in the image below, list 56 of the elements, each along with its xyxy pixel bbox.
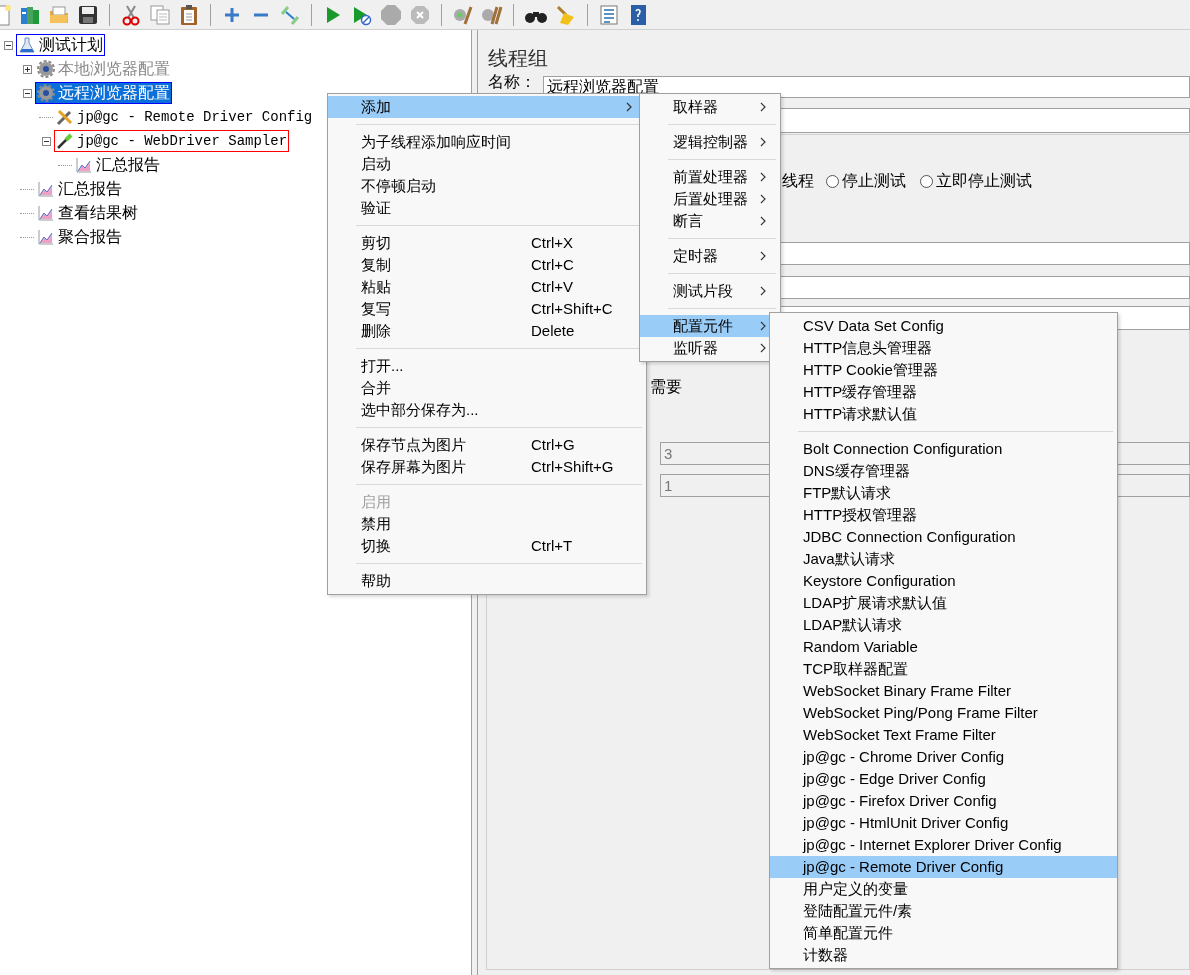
menu-item[interactable]: LDAP默认请求 [770,614,1117,636]
menu-item[interactable]: 后置处理器 [640,188,780,210]
menu-item[interactable]: Keystore Configuration [770,570,1117,592]
menu-item[interactable]: TCP取样器配置 [770,658,1117,680]
menu-item[interactable]: 测试片段 [640,280,780,302]
menu-item[interactable]: WebSocket Ping/Pong Frame Filter [770,702,1117,724]
tree-item[interactable]: 查看结果树 [35,202,140,224]
menu-item[interactable]: 用户定义的变量 [770,878,1117,900]
menu-item[interactable]: FTP默认请求 [770,482,1117,504]
menu-item[interactable]: jp@gc - Remote Driver Config [770,856,1117,878]
menu-item[interactable]: 逻辑控制器 [640,131,780,153]
menu-item[interactable]: jp@gc - Firefox Driver Config [770,790,1117,812]
radio-label: 停止测试 [842,171,906,191]
menu-item[interactable]: 简单配置元件 [770,922,1117,944]
tree-item[interactable]: 远程浏览器配置 [35,82,172,104]
menu-item[interactable]: jp@gc - Internet Explorer Driver Config [770,834,1117,856]
menu-item[interactable]: WebSocket Text Frame Filter [770,724,1117,746]
panel-title: 线程组 [488,46,548,71]
tree-item[interactable]: jp@gc - WebDriver Sampler [54,130,290,152]
menu-item[interactable]: HTTP缓存管理器 [770,381,1117,403]
tree-item[interactable]: 汇总报告 [73,154,162,176]
menu-item[interactable]: DNS缓存管理器 [770,460,1117,482]
menu-item[interactable]: HTTP Cookie管理器 [770,359,1117,381]
menu-item[interactable]: JDBC Connection Configuration [770,526,1117,548]
menu-item[interactable]: WebSocket Binary Frame Filter [770,680,1117,702]
menu-item[interactable]: HTTP请求默认值 [770,403,1117,425]
menu-item[interactable]: 禁用 [328,513,646,535]
menu-item[interactable]: Java默认请求 [770,548,1117,570]
menu-item[interactable]: Random Variable [770,636,1117,658]
menu-item[interactable]: 前置处理器 [640,166,780,188]
menu-item[interactable]: 计数器 [770,944,1117,966]
field-label: 名称： [488,72,536,92]
radio-label: 线程 [782,171,814,191]
tree-item[interactable]: 汇总报告 [35,178,124,200]
tree-item[interactable]: jp@gc - Remote Driver Config [54,106,315,128]
menu-item[interactable]: 保存节点为图片 Ctrl+G [328,434,646,456]
tree-item[interactable]: 测试计划 [16,34,105,56]
menu-item[interactable]: jp@gc - HtmlUnit Driver Config [770,812,1117,834]
field-label: 需要 [650,377,682,397]
menu-item[interactable]: 合并 [328,377,646,399]
radio-label: 立即停止测试 [936,171,1032,191]
menu-item[interactable]: LDAP扩展请求默认值 [770,592,1117,614]
menu-item[interactable]: Bolt Connection Configuration [770,438,1117,460]
menu-item[interactable]: jp@gc - Chrome Driver Config [770,746,1117,768]
menu-item[interactable]: jp@gc - Edge Driver Config [770,768,1117,790]
menu-item[interactable]: 断言 [640,210,780,232]
menu-item[interactable]: 定时器 [640,245,780,267]
menu-item[interactable]: 登陆配置元件/素 [770,900,1117,922]
menu-item[interactable]: 打开... [328,355,646,377]
menu-item[interactable]: 切换 Ctrl+T [328,535,646,557]
menu-item[interactable]: 选中部分保存为... [328,399,646,421]
menu-item[interactable]: HTTP信息头管理器 [770,337,1117,359]
tree-item[interactable]: 聚合报告 [35,226,124,248]
menu-item[interactable]: 保存屏幕为图片 Ctrl+Shift+G [328,456,646,478]
menu-item[interactable]: HTTP授权管理器 [770,504,1117,526]
menu-item[interactable]: 帮助 [328,570,646,592]
